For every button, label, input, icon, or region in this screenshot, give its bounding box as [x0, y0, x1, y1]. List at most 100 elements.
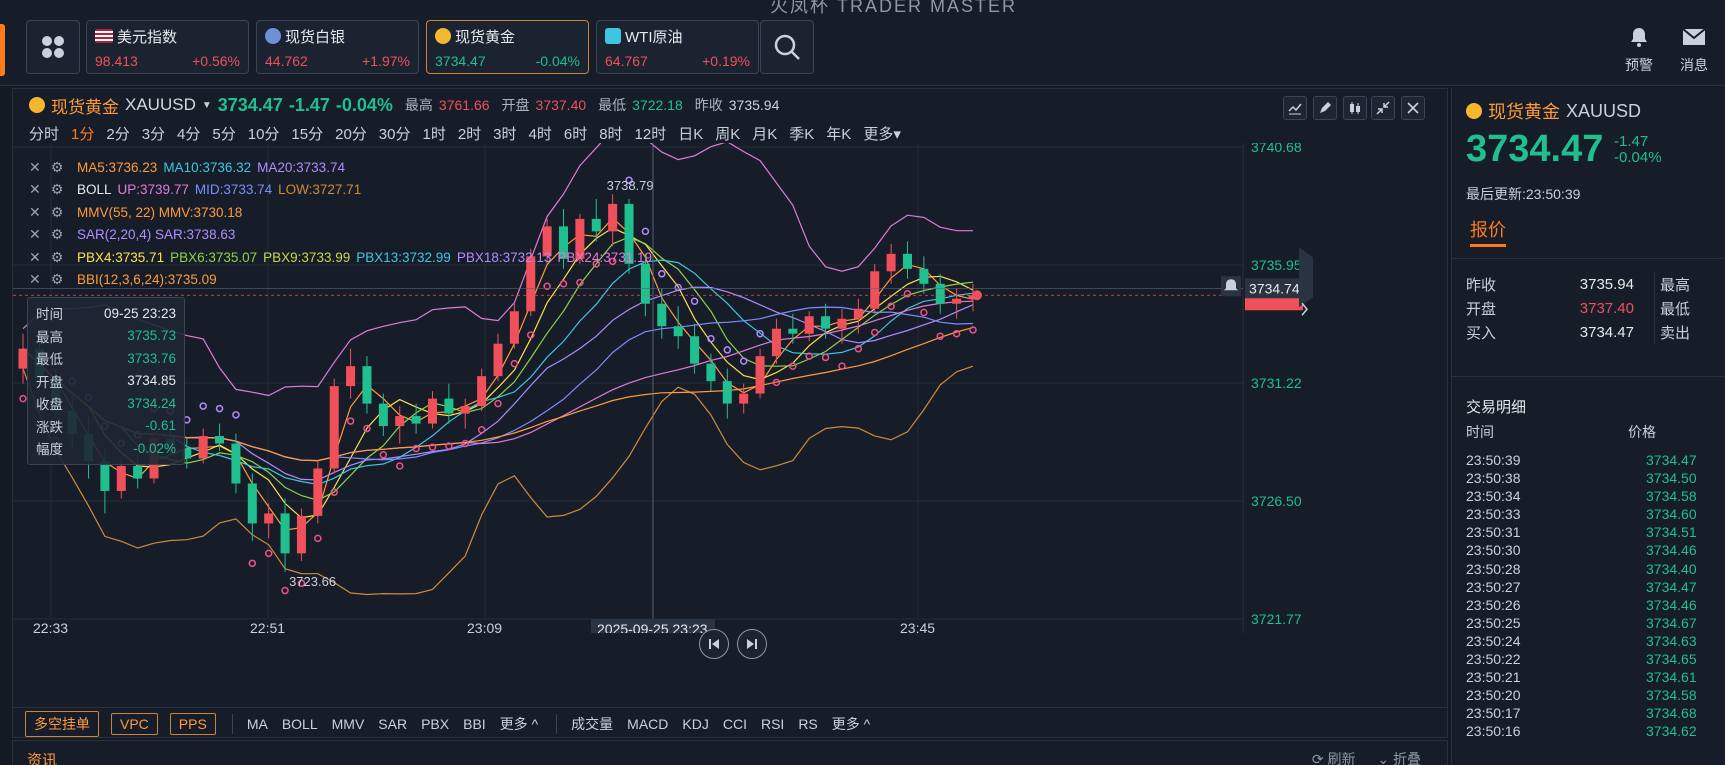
candle-body[interactable]	[215, 436, 225, 444]
candle-body[interactable]	[493, 343, 503, 377]
overlay-button[interactable]: VPC	[111, 712, 158, 735]
period-tab[interactable]: 4分	[177, 123, 200, 144]
close-chart-button[interactable]	[1401, 96, 1425, 120]
tab-quote[interactable]: 报价	[1470, 216, 1506, 242]
candle-body[interactable]	[100, 461, 110, 491]
candle-body[interactable]	[313, 468, 323, 516]
period-tab[interactable]: 更多▾	[863, 123, 901, 144]
period-tab[interactable]: 20分	[335, 123, 367, 144]
candle-body[interactable]	[870, 271, 880, 309]
candle-body[interactable]	[657, 303, 667, 327]
shrink-button[interactable]	[1371, 96, 1395, 120]
main-indicator-button[interactable]: SAR	[378, 716, 407, 732]
period-tab[interactable]: 30分	[379, 123, 411, 144]
period-tab[interactable]: 3时	[493, 123, 516, 144]
ticker-card[interactable]: 美元指数 98.413 +0.56%	[86, 20, 249, 74]
pen-tool[interactable]	[1313, 96, 1337, 120]
settings-icon[interactable]: ⚙	[51, 159, 64, 176]
candle-body[interactable]	[706, 363, 716, 382]
apps-grid-button[interactable]	[26, 20, 80, 74]
search-button[interactable]	[760, 20, 814, 74]
main-indicator-button[interactable]: MMV	[332, 716, 365, 732]
candle-body[interactable]	[362, 366, 372, 404]
candle-body[interactable]	[509, 311, 519, 344]
remove-indicator-icon[interactable]: ✕	[29, 159, 41, 176]
period-tab[interactable]: 5分	[212, 123, 235, 144]
settings-icon[interactable]: ⚙	[51, 249, 64, 266]
refresh-icon[interactable]: ⟳	[1312, 751, 1324, 765]
candle-body[interactable]	[460, 406, 470, 414]
candle-body[interactable]	[722, 381, 732, 404]
candle-body[interactable]	[411, 416, 421, 424]
candle-body[interactable]	[755, 356, 765, 394]
candle-body[interactable]	[771, 328, 781, 357]
trades-list[interactable]: 23:50:39 3734.47 23:50:38 3734.50 23:50:34 37…	[1466, 452, 1716, 742]
message-button[interactable]: 消息	[1674, 26, 1714, 75]
remove-indicator-icon[interactable]: ✕	[29, 204, 41, 221]
side-tab-indicator[interactable]	[0, 24, 5, 76]
candle-body[interactable]	[935, 283, 945, 304]
candle-body[interactable]	[116, 465, 126, 491]
candle-body[interactable]	[952, 298, 962, 304]
candle-body[interactable]	[853, 308, 863, 319]
period-tab[interactable]: 3分	[142, 123, 165, 144]
candle-body[interactable]	[919, 268, 929, 284]
draw-line-tool[interactable]	[1283, 96, 1307, 120]
overlay-button[interactable]: PPS	[169, 712, 216, 735]
refresh-button[interactable]: 刷新	[1327, 751, 1355, 765]
candle-body[interactable]	[739, 393, 749, 404]
overlay-button[interactable]: 多空挂单	[25, 710, 99, 737]
collapse-button[interactable]: 折叠	[1393, 751, 1421, 765]
settings-icon[interactable]: ⚙	[51, 204, 64, 221]
sub-indicator-button[interactable]: KDJ	[682, 716, 708, 732]
remove-indicator-icon[interactable]: ✕	[29, 226, 41, 243]
candle-body[interactable]	[378, 403, 388, 427]
candle-body[interactable]	[247, 483, 257, 524]
candle-body[interactable]	[690, 336, 700, 364]
settings-icon[interactable]: ⚙	[51, 271, 64, 288]
sub-indicator-button[interactable]: CCI	[723, 716, 747, 732]
candle-body[interactable]	[329, 386, 339, 469]
expand-tab[interactable]	[1299, 247, 1313, 308]
sub-indicator-button[interactable]: MACD	[627, 716, 668, 732]
candle-body[interactable]	[395, 416, 405, 427]
prev-bar-button[interactable]	[699, 629, 729, 659]
instrument-symbol[interactable]: XAUUSD	[125, 95, 196, 115]
candle-body[interactable]	[198, 436, 208, 459]
main-indicator-button[interactable]: BBI	[463, 716, 486, 732]
period-tab[interactable]: 1时	[422, 123, 445, 144]
collapse-icon[interactable]: ⌄	[1377, 751, 1389, 765]
remove-indicator-icon[interactable]: ✕	[29, 181, 41, 198]
main-indicator-button[interactable]: BOLL	[282, 716, 318, 732]
period-tab[interactable]: 日K	[678, 123, 703, 144]
period-tab[interactable]: 周K	[715, 123, 740, 144]
remove-indicator-icon[interactable]: ✕	[29, 271, 41, 288]
candle-body[interactable]	[821, 316, 831, 329]
instrument-name[interactable]: 现货黄金	[51, 93, 119, 118]
period-tab[interactable]: 分时	[29, 123, 59, 144]
candle-body[interactable]	[346, 366, 356, 387]
sub-indicator-button[interactable]: 更多 ^	[832, 714, 870, 734]
candle-body[interactable]	[296, 515, 306, 554]
ticker-card[interactable]: 现货黄金 3734.47 -0.04%	[426, 20, 589, 74]
next-bar-button[interactable]	[737, 629, 767, 659]
period-tab[interactable]: 年K	[826, 123, 851, 144]
settings-icon[interactable]: ⚙	[51, 226, 64, 243]
remove-indicator-icon[interactable]: ✕	[29, 249, 41, 266]
ticker-card[interactable]: 现货白银 44.762 +1.97%	[256, 20, 419, 74]
period-tab[interactable]: 月K	[752, 123, 777, 144]
period-tab[interactable]: 2分	[106, 123, 129, 144]
main-indicator-button[interactable]: 更多 ^	[500, 714, 538, 734]
candle-body[interactable]	[280, 513, 290, 554]
period-tab[interactable]: 6时	[564, 123, 587, 144]
candle-body[interactable]	[886, 253, 896, 272]
period-tab[interactable]: 季K	[789, 123, 814, 144]
period-tab[interactable]: 12时	[635, 123, 667, 144]
candle-body[interactable]	[788, 328, 798, 334]
settings-icon[interactable]: ⚙	[51, 181, 64, 198]
period-tab[interactable]: 8时	[599, 123, 622, 144]
main-indicator-button[interactable]: MA	[247, 716, 268, 732]
candle-body[interactable]	[837, 318, 847, 329]
period-tab[interactable]: 2时	[458, 123, 481, 144]
period-tab[interactable]: 4时	[529, 123, 552, 144]
